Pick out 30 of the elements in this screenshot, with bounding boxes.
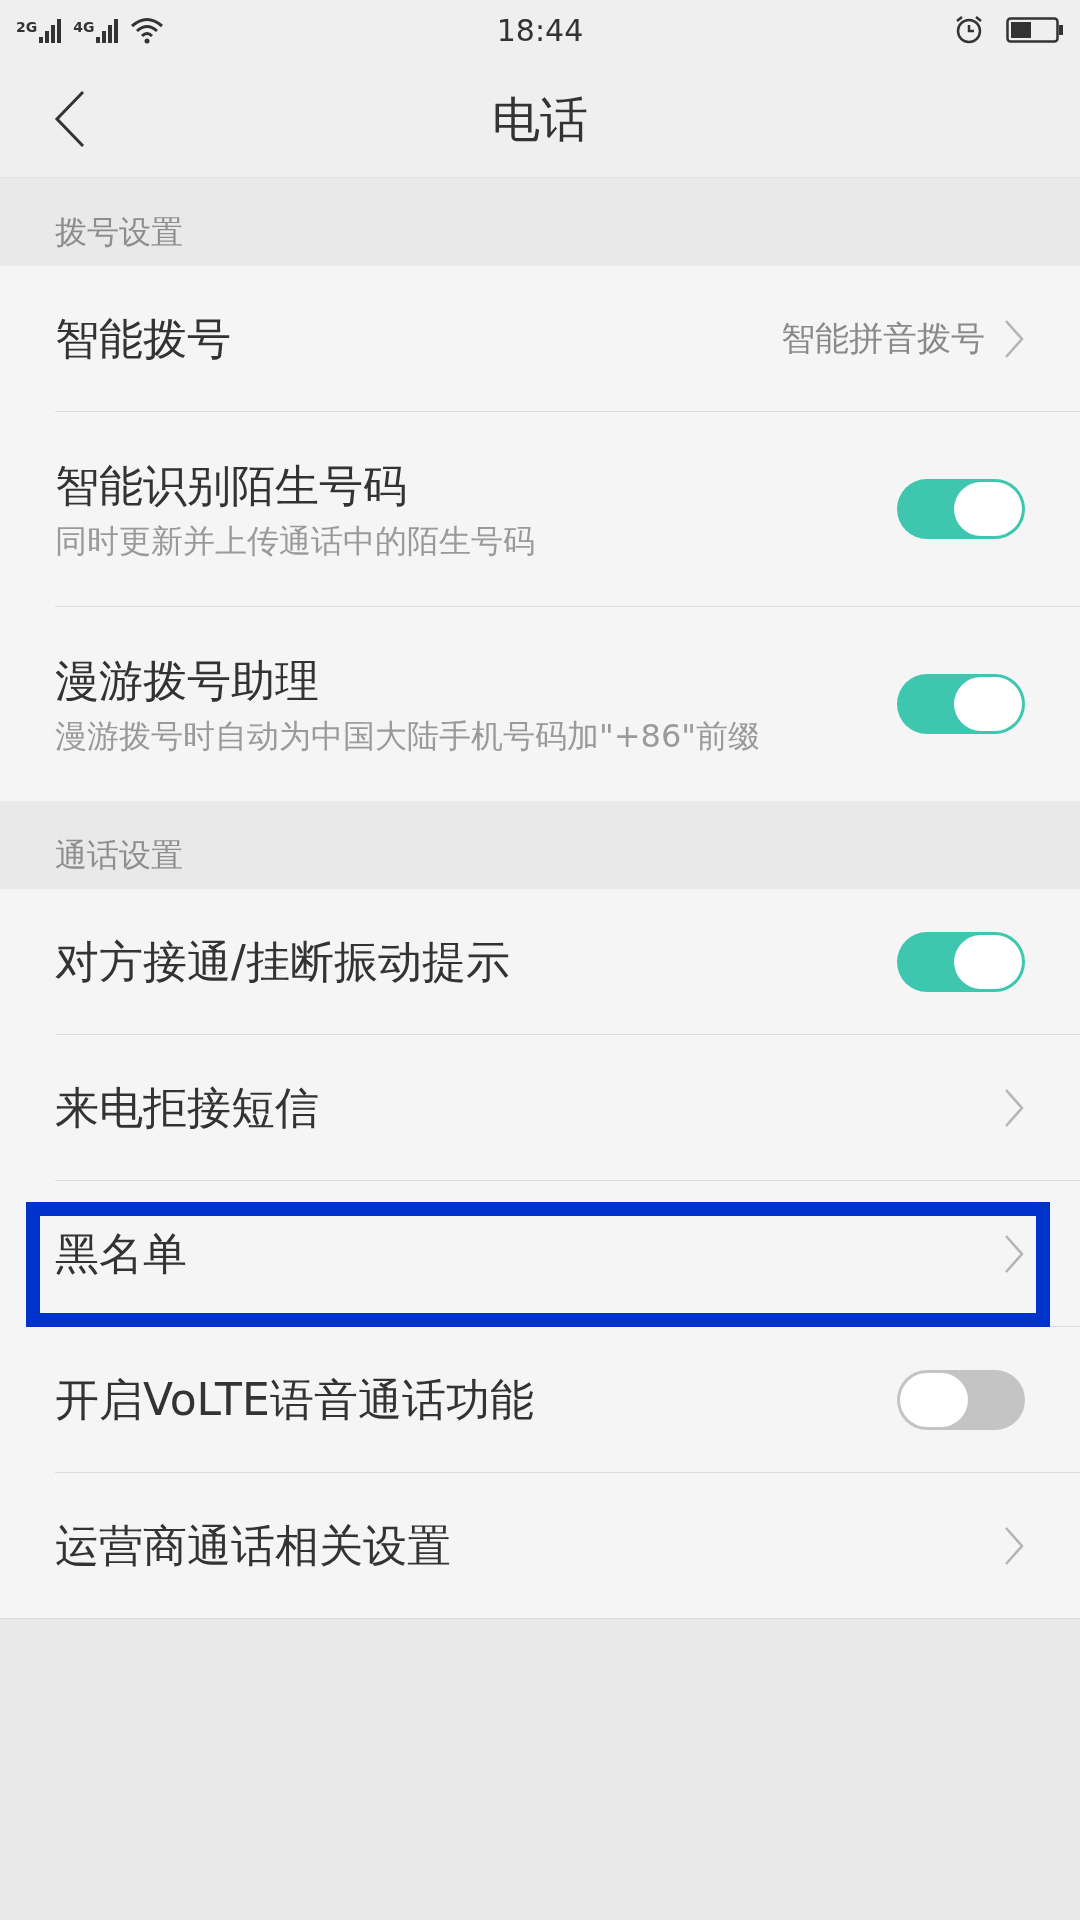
settings-row[interactable]: 开启VoLTE语音通话功能	[0, 1327, 1080, 1473]
status-time: 18:44	[496, 11, 584, 50]
settings-row[interactable]: 运营商通话相关设置	[0, 1473, 1080, 1618]
setting-label: 运营商通话相关设置	[55, 1519, 452, 1573]
setting-label: 智能拨号	[55, 312, 232, 366]
setting-label: 对方接通/挂断振动提示	[55, 935, 511, 989]
signal-icon	[96, 17, 121, 43]
setting-description: 漫游拨号时自动为中国大陆手机号码加"+86"前缀	[55, 715, 761, 756]
toggle-switch[interactable]	[897, 674, 1025, 734]
setting-description: 同时更新并上传通话中的陌生号码	[55, 520, 536, 561]
settings-row[interactable]: 黑名单	[0, 1181, 1080, 1327]
setting-label: 开启VoLTE语音通话功能	[55, 1373, 535, 1427]
wifi-icon	[130, 16, 165, 44]
setting-value: 智能拼音拨号	[781, 317, 985, 360]
setting-label: 来电拒接短信	[55, 1081, 320, 1135]
settings-row[interactable]: 对方接通/挂断振动提示	[0, 889, 1080, 1035]
network-type-label: 2G	[16, 18, 38, 37]
settings-row[interactable]: 智能拨号 智能拼音拨号	[0, 266, 1080, 412]
network-type-label: 4G	[73, 18, 95, 37]
settings-row[interactable]: 智能识别陌生号码 同时更新并上传通话中的陌生号码	[0, 412, 1080, 607]
settings-row[interactable]: 漫游拨号助理 漫游拨号时自动为中国大陆手机号码加"+86"前缀	[0, 607, 1080, 801]
setting-label: 智能识别陌生号码	[55, 458, 408, 513]
settings-row[interactable]: 来电拒接短信	[0, 1035, 1080, 1181]
setting-label: 黑名单	[55, 1227, 188, 1281]
battery-icon	[1006, 17, 1064, 43]
alarm-clock-icon	[954, 15, 984, 45]
setting-label: 漫游拨号助理	[55, 653, 320, 708]
toggle-switch[interactable]	[897, 479, 1025, 539]
page-title: 电话	[492, 89, 588, 149]
signal-icon	[39, 17, 64, 43]
